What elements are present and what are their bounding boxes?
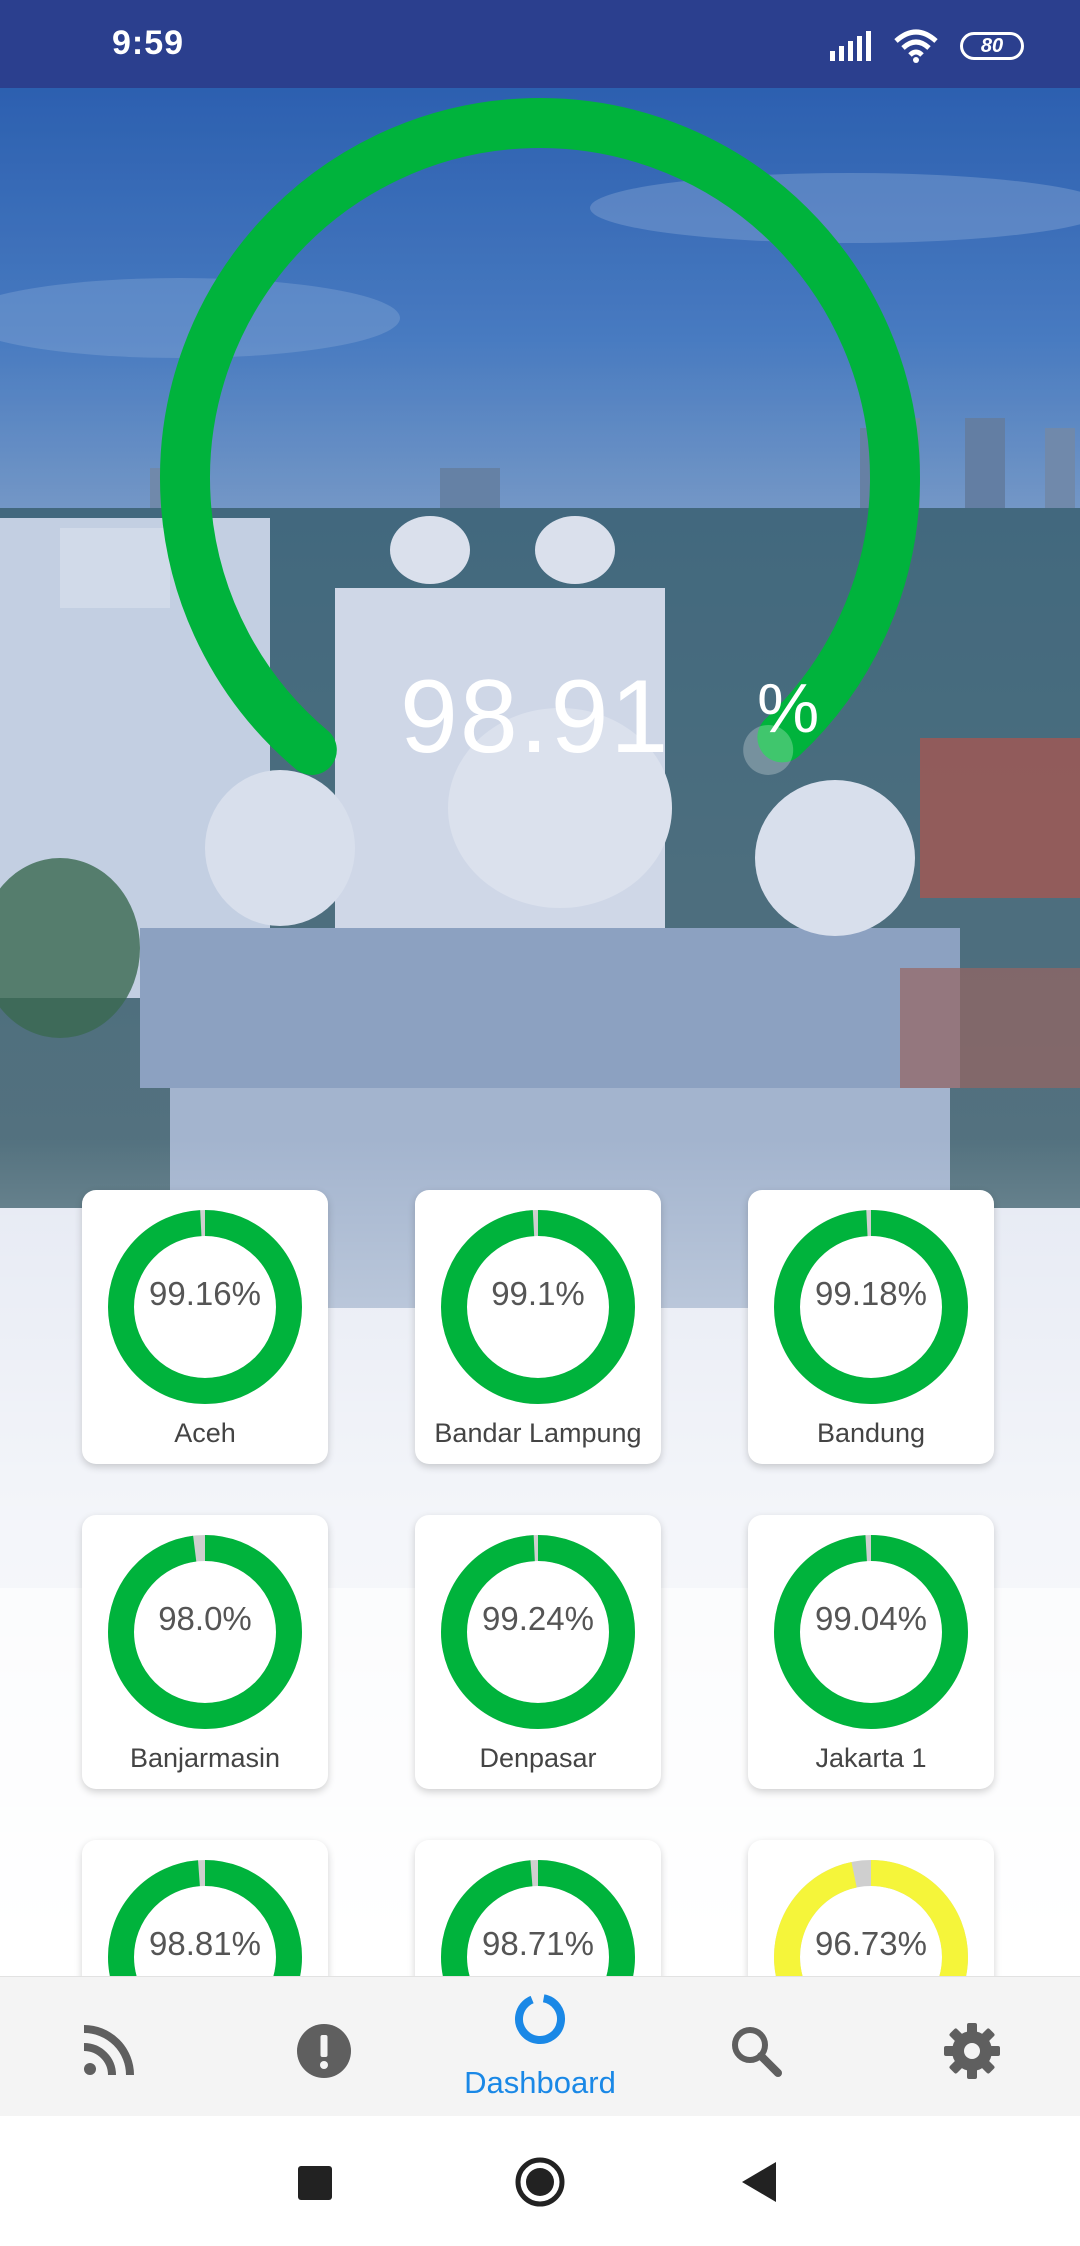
system-navigation-bar [0, 2116, 1080, 2246]
nav-item-search[interactable] [648, 1977, 864, 2117]
nav-item-feed[interactable] [0, 1977, 216, 2117]
dashboard-ring-icon [515, 1994, 565, 2044]
status-bar: 9:59 80 [0, 0, 1080, 88]
gear-icon [944, 2023, 1000, 2079]
battery-indicator: 80 [960, 32, 1024, 60]
region-value: 99.16% [149, 1275, 261, 1312]
nav-item-dashboard[interactable]: Dashboard [432, 1977, 648, 2117]
region-value: 96.73% [815, 1925, 927, 1962]
status-time: 9:59 [112, 24, 185, 62]
nav-label-dashboard: Dashboard [464, 2065, 616, 2100]
battery-level: 80 [980, 34, 1004, 57]
nav-item-settings[interactable] [864, 1977, 1080, 2117]
home-button[interactable] [514, 2156, 566, 2208]
region-name: Jakarta 1 [815, 1743, 927, 1773]
region-card[interactable]: 98.71% [415, 1840, 661, 1976]
rss-icon [83, 2025, 134, 2076]
region-name: Banjarmasin [129, 1743, 281, 1773]
bottom-navigation: Dashboard [0, 1976, 1080, 2117]
region-value: 99.1% [491, 1275, 585, 1312]
region-value: 98.0% [158, 1600, 252, 1637]
recents-button[interactable] [298, 2166, 332, 2200]
region-name: Bandung [816, 1418, 926, 1448]
region-name: Denpasar [479, 1743, 597, 1773]
back-button[interactable] [742, 2162, 776, 2202]
wifi-icon [894, 29, 938, 63]
region-card[interactable]: 98.81% [82, 1840, 328, 1976]
region-value: 99.24% [482, 1600, 594, 1637]
search-icon [732, 2027, 782, 2077]
region-card[interactable]: 99.18% Bandung [748, 1190, 994, 1464]
signal-icon [830, 31, 871, 61]
alert-icon [297, 2024, 351, 2078]
region-card[interactable]: 99.16% Aceh [82, 1190, 328, 1464]
region-value: 99.04% [815, 1600, 927, 1637]
region-name: Aceh [174, 1418, 236, 1448]
status-icons: 80 [830, 26, 1024, 66]
region-value: 98.81% [149, 1925, 261, 1962]
region-value: 98.71% [482, 1925, 594, 1962]
region-grid: 99.16% Aceh 99.1% Bandar Lampung 99.18% Bandu… [0, 0, 1080, 1976]
region-name: Bandar Lampung [434, 1418, 642, 1448]
region-card[interactable]: 99.24% Denpasar [415, 1515, 661, 1789]
nav-item-alerts[interactable] [216, 1977, 432, 2117]
region-card[interactable]: 96.73% [748, 1840, 994, 1976]
region-card[interactable]: 99.1% Bandar Lampung [415, 1190, 661, 1464]
region-card[interactable]: 99.04% Jakarta 1 [748, 1515, 994, 1789]
region-card[interactable]: 98.0% Banjarmasin [82, 1515, 328, 1789]
region-value: 99.18% [815, 1275, 927, 1312]
